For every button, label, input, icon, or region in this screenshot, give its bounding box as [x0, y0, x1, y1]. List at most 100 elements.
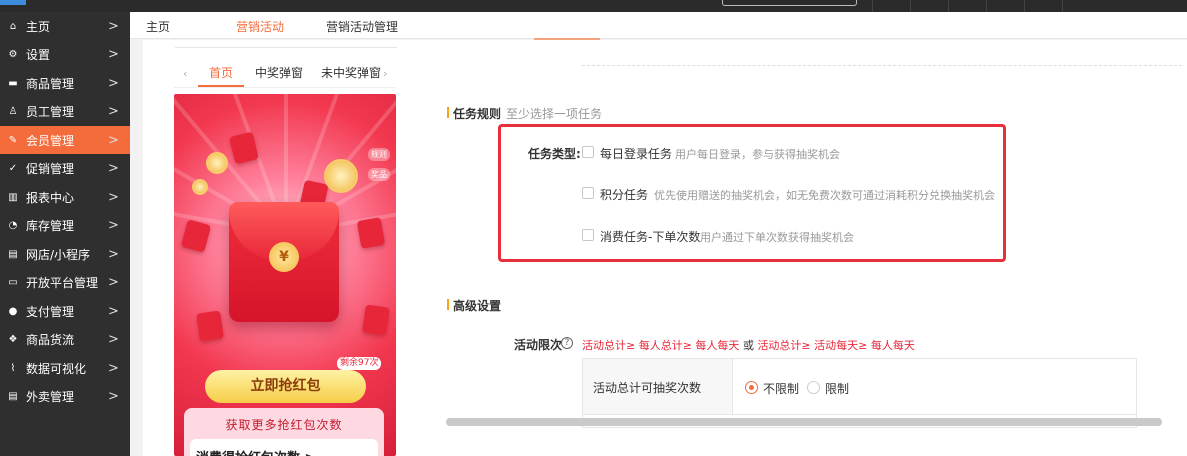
horizontal-scrollbar[interactable]	[446, 418, 1162, 426]
formula-b: 活动总计≥ 活动每天≥ 每人每天	[757, 339, 915, 352]
top-button-5[interactable]	[1024, 0, 1062, 12]
monitor-icon: ▭	[8, 277, 18, 288]
task-type-label: 任务类型:	[528, 147, 581, 161]
task-rules-hint: 至少选择一项任务	[506, 107, 603, 121]
chart-icon: ⌇	[10, 362, 16, 374]
tab-marketing[interactable]: 营销活动	[236, 18, 284, 35]
prize-badge[interactable]: 奖品	[368, 168, 390, 181]
points-task-label[interactable]: 积分任务	[600, 186, 648, 203]
chevron-right-icon: >	[108, 360, 119, 376]
sidebar-item-label: 库存管理	[26, 219, 75, 233]
mini-envelope-icon	[228, 131, 260, 165]
sidebar-item-label: 数据可视化	[26, 361, 87, 376]
mini-envelope-icon	[362, 304, 390, 336]
limit-row-label: 活动总计可抽奖次数	[593, 381, 702, 395]
limited-radio[interactable]	[807, 381, 820, 394]
limit-formula: 活动总计≥ 每人总计≥ 每人每天 或 活动总计≥ 活动每天≥ 每人每天	[582, 337, 915, 353]
chevron-right-icon: >	[108, 47, 119, 62]
sidebar-item-chart[interactable]: ⌇ 数据可视化 >	[0, 354, 130, 382]
grab-envelope-button[interactable]: 立即抢红包	[205, 370, 366, 403]
order-task-checkbox[interactable]	[582, 229, 594, 241]
formula-or: 或	[742, 339, 754, 352]
sidebar-item-label: 网店/小程序	[26, 247, 91, 262]
sidebar-item-label: 报表中心	[26, 190, 75, 205]
gear-icon: ⚙	[8, 49, 18, 60]
sidebar: ⌂ 主页 > ⚙ 设置 > ▬ 商品管理 > ♙ 员工管理 > ✎ 会员管理 > ✓ 促销管理 > ▥ 报表中心 > ◔ 库…	[0, 12, 130, 456]
points-task-checkbox[interactable]	[582, 187, 594, 199]
sidebar-item-label: 开放平台管理	[26, 276, 99, 290]
report-icon: ▥	[8, 191, 18, 203]
consume-task-card[interactable]: 消费得抢红包次数 >	[190, 439, 378, 456]
scrollbar-thumb[interactable]	[446, 418, 1162, 426]
unlimited-label[interactable]: 不限制	[763, 380, 799, 397]
sidebar-item-promo[interactable]: ✓ 促销管理 >	[0, 155, 130, 183]
header-tabs: 主页 营销活动 营销活动管理	[130, 12, 1187, 40]
daily-login-checkbox[interactable]	[582, 146, 594, 158]
tab-home[interactable]: 主页	[146, 18, 170, 35]
sidebar-item-shop[interactable]: ▤ 网店/小程序 >	[0, 240, 130, 268]
top-button-2[interactable]	[910, 0, 948, 12]
preview-tab-home[interactable]: 首页	[209, 64, 233, 81]
sidebar-item-monitor[interactable]: ▭ 开放平台管理 >	[0, 269, 130, 297]
sidebar-item-label: 商品管理	[26, 76, 75, 91]
formula-a: 活动总计≥ 每人总计≥ 每人每天	[582, 339, 740, 352]
sidebar-item-stock[interactable]: ◔ 库存管理 >	[0, 212, 130, 240]
sidebar-item-takeout[interactable]: ▤ 外卖管理 >	[0, 383, 130, 411]
mini-envelope-icon	[356, 217, 386, 249]
sidebar-item-goods[interactable]: ▬ 商品管理 >	[0, 69, 130, 97]
coin-icon	[192, 179, 208, 195]
daily-login-desc: 用户每日登录，参与获得抽奖机会	[675, 148, 840, 161]
prev-arrow-icon[interactable]: ‹	[183, 67, 187, 80]
app-root: ⌂ 主页 > ⚙ 设置 > ▬ 商品管理 > ♙ 员工管理 > ✎ 会员管理 > ✓ 促销管理 > ▥ 报表中心 > ◔ 库…	[0, 0, 1187, 456]
pay-icon: ●	[8, 305, 18, 317]
limit-row-label-cell: 活动总计可抽奖次数	[583, 359, 733, 414]
top-button-3[interactable]	[948, 0, 986, 12]
task-rules-heading: 任务规则 至少选择一项任务	[447, 105, 602, 122]
tab-marketing-manage[interactable]: 营销活动管理	[326, 18, 398, 35]
more-chances-title: 获取更多抢红包次数	[225, 418, 343, 432]
top-button-1[interactable]	[872, 0, 910, 12]
mini-envelope-icon	[196, 310, 224, 342]
chevron-right-icon: >	[108, 275, 119, 290]
chevron-right-icon: >	[108, 389, 119, 404]
advanced-settings-title: 高级设置	[453, 299, 502, 313]
sidebar-item-flow[interactable]: ❖ 商品货流 >	[0, 326, 130, 354]
yuan-coin-icon: ¥	[269, 242, 299, 272]
top-search-box[interactable]	[722, 0, 857, 6]
daily-login-label[interactable]: 每日登录任务	[600, 145, 672, 162]
preview-tabs: ‹ 首页 中奖弹窗 未中奖弹窗 ›	[174, 60, 396, 88]
top-button-6[interactable]	[1062, 0, 1102, 12]
preview-tab-indicator	[198, 85, 244, 87]
unlimited-radio[interactable]	[745, 381, 758, 394]
sidebar-item-home[interactable]: ⌂ 主页 >	[0, 12, 130, 40]
limited-label[interactable]: 限制	[825, 380, 849, 397]
sidebar-item-staff[interactable]: ♙ 员工管理 >	[0, 98, 130, 126]
sidebar-item-report[interactable]: ▥ 报表中心 >	[0, 183, 130, 211]
next-arrow-icon[interactable]: ›	[383, 67, 387, 80]
activity-limit-label: 活动限次	[514, 338, 563, 352]
chevron-right-icon: >	[108, 104, 119, 119]
sidebar-item-member[interactable]: ✎ 会员管理 >	[0, 126, 130, 154]
divider	[175, 47, 397, 48]
chevron-right-icon: >	[108, 132, 119, 148]
order-task-desc: 用户通过下单次数获得抽奖机会	[700, 231, 854, 244]
advanced-settings-heading: 高级设置	[447, 297, 501, 314]
remaining-count-badge: 剩余97次	[337, 357, 382, 370]
top-button-4[interactable]	[986, 0, 1024, 12]
chevron-right-icon: >	[108, 332, 119, 347]
promo-icon: ✓	[8, 163, 18, 174]
preview-tab-win[interactable]: 中奖弹窗	[255, 64, 303, 81]
table-row-divider	[583, 414, 1136, 415]
preview-tab-lose[interactable]: 未中奖弹窗	[321, 64, 381, 81]
order-task-label[interactable]: 消费任务-下单次数	[600, 228, 700, 245]
rules-badge[interactable]: 规则	[368, 148, 390, 161]
member-icon: ✎	[8, 134, 18, 146]
chevron-right-icon: >	[108, 18, 119, 34]
coin-icon	[324, 159, 358, 193]
sidebar-item-gear[interactable]: ⚙ 设置 >	[0, 41, 130, 69]
chevron-right-icon: >	[108, 218, 119, 233]
task-rules-title: 任务规则	[453, 107, 502, 121]
chevron-right-icon: >	[108, 75, 119, 91]
sidebar-item-pay[interactable]: ● 支付管理 >	[0, 297, 130, 325]
help-icon[interactable]: ?	[561, 337, 573, 349]
